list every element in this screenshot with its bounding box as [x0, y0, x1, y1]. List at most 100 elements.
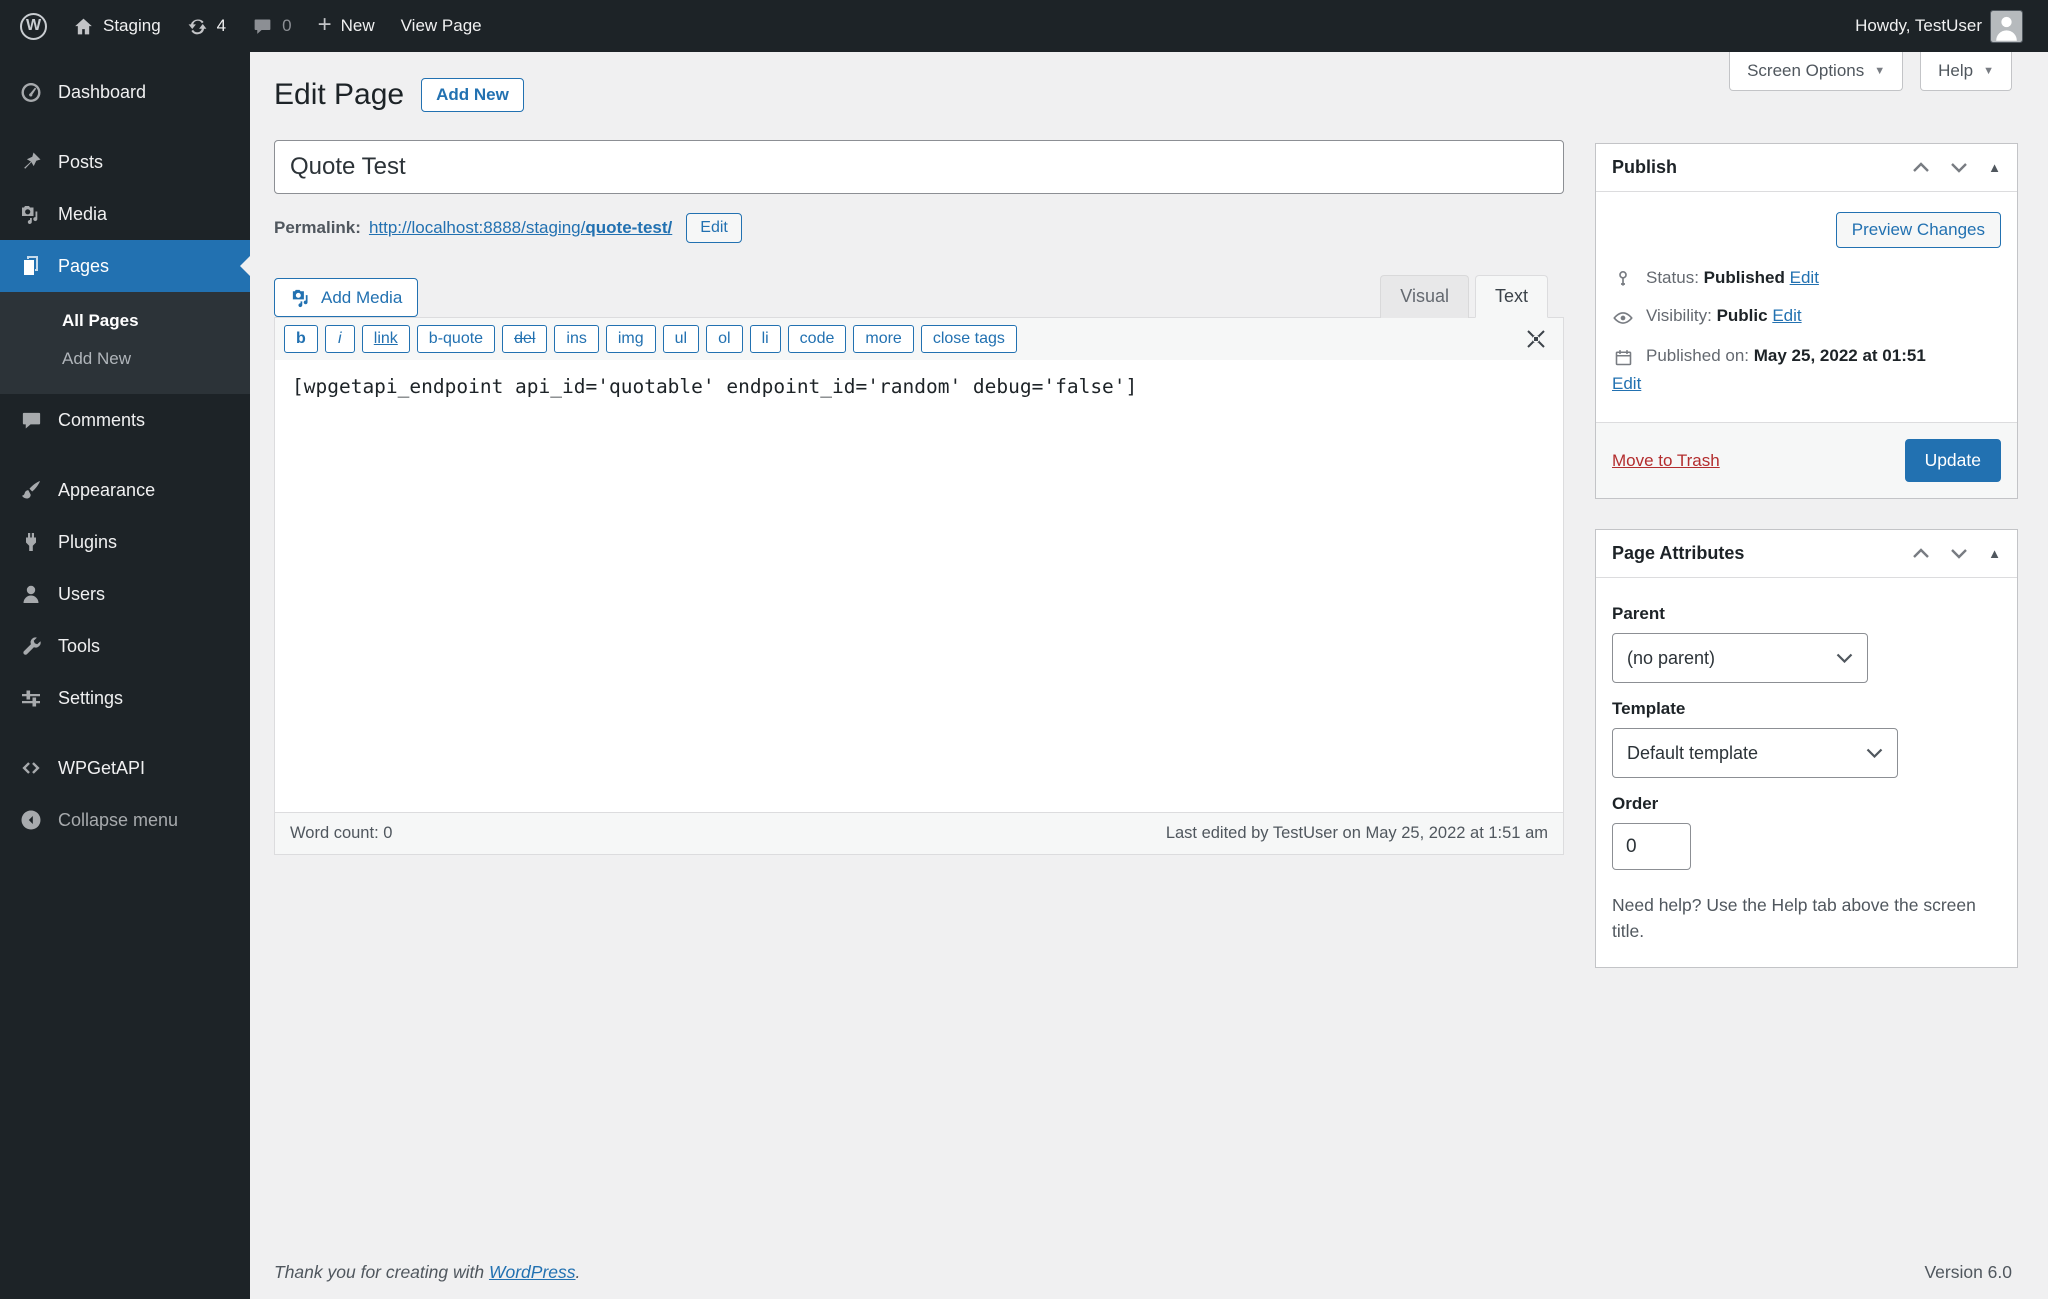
tab-visual[interactable]: Visual	[1380, 275, 1469, 318]
sidebar-item-plugins[interactable]: Plugins	[0, 516, 250, 568]
quicktag-ul-button[interactable]: ul	[663, 325, 699, 353]
fullscreen-icon[interactable]	[1524, 327, 1548, 351]
screen-meta-links: Screen Options ▼ Help ▼	[1729, 52, 2012, 91]
move-up-icon[interactable]	[1912, 548, 1930, 559]
move-up-icon[interactable]	[1912, 162, 1930, 173]
sidebar-item-posts[interactable]: Posts	[0, 136, 250, 188]
sidebar-item-label: Pages	[58, 256, 109, 277]
sidebar: Dashboard Posts Media Pages All Pages Ad…	[0, 52, 250, 1299]
wpgetapi-icon	[18, 755, 44, 781]
sidebar-item-all-pages[interactable]: All Pages	[0, 302, 250, 340]
new-menu[interactable]: + New	[314, 15, 379, 37]
update-button[interactable]: Update	[1905, 439, 2001, 482]
permalink-edit-button[interactable]: Edit	[686, 213, 742, 243]
updates-menu[interactable]: 4	[183, 16, 230, 37]
page-attributes-panel-header[interactable]: Page Attributes ▲	[1596, 530, 2017, 578]
quicktag-ol-button[interactable]: ol	[706, 325, 742, 353]
site-name-menu[interactable]: Staging	[69, 16, 165, 37]
word-count-value: 0	[383, 824, 392, 842]
sidebar-item-media[interactable]: Media	[0, 188, 250, 240]
quicktag-link-button[interactable]: link	[362, 325, 410, 353]
footer-version: Version 6.0	[1924, 1262, 2012, 1283]
calendar-icon	[1612, 347, 1634, 368]
howdy-account-menu[interactable]: Howdy, TestUser	[1851, 11, 2026, 42]
page-attributes-panel: Page Attributes ▲ Parent (no parent)	[1595, 529, 2018, 968]
comments-icon	[18, 407, 44, 433]
published-on-value: May 25, 2022 at 01:51	[1754, 346, 1926, 365]
updates-count: 4	[217, 16, 226, 36]
sidebar-item-tools[interactable]: Tools	[0, 620, 250, 672]
wordpress-link[interactable]: WordPress	[489, 1262, 576, 1282]
submenu-item-label: Add New	[62, 349, 131, 368]
sidebar-item-label: Posts	[58, 152, 103, 173]
move-down-icon[interactable]	[1950, 162, 1968, 173]
sidebar-item-label: Media	[58, 204, 107, 225]
sidebar-item-label: Comments	[58, 410, 145, 431]
site-name-label: Staging	[103, 16, 161, 36]
status-edit-link[interactable]: Edit	[1790, 268, 1819, 287]
visibility-edit-link[interactable]: Edit	[1772, 306, 1801, 325]
quicktag-italic-button[interactable]: i	[325, 325, 355, 353]
sidebar-item-settings[interactable]: Settings	[0, 672, 250, 724]
sidebar-item-comments[interactable]: Comments	[0, 394, 250, 446]
quicktag-more-button[interactable]: more	[853, 325, 913, 353]
published-on-edit-link[interactable]: Edit	[1612, 374, 1641, 393]
chevron-down-icon: ▼	[1983, 65, 1994, 77]
template-select[interactable]: Default template	[1612, 728, 1898, 778]
quicktag-blockquote-button[interactable]: b-quote	[417, 325, 495, 353]
home-icon	[73, 16, 94, 37]
collapse-toggle-icon[interactable]: ▲	[1988, 546, 2001, 561]
quicktag-bold-button[interactable]: b	[284, 325, 318, 353]
quicktag-close-tags-button[interactable]: close tags	[921, 325, 1017, 353]
sidebar-item-add-new[interactable]: Add New	[0, 340, 250, 378]
add-media-button[interactable]: Add Media	[274, 278, 418, 317]
template-select-value: Default template	[1627, 743, 1758, 764]
status-icon	[1612, 269, 1634, 289]
template-label: Template	[1612, 699, 2001, 719]
submenu-item-label: All Pages	[62, 311, 139, 330]
plus-icon: +	[318, 13, 332, 37]
comments-icon	[252, 16, 273, 37]
collapse-menu-button[interactable]: Collapse menu	[0, 794, 250, 846]
parent-select[interactable]: (no parent)	[1612, 633, 1868, 683]
screen-options-button[interactable]: Screen Options ▼	[1729, 52, 1903, 91]
sidebar-item-pages[interactable]: Pages	[0, 240, 250, 292]
quicktag-ins-button[interactable]: ins	[554, 325, 598, 353]
quicktag-img-button[interactable]: img	[606, 325, 656, 353]
quicktag-code-button[interactable]: code	[788, 325, 847, 353]
wordpress-logo-button[interactable]: W	[16, 13, 51, 40]
help-button[interactable]: Help ▼	[1920, 52, 2012, 91]
order-label: Order	[1612, 794, 2001, 814]
quicktag-li-button[interactable]: li	[750, 325, 781, 353]
dashboard-icon	[18, 79, 44, 105]
sidebar-item-dashboard[interactable]: Dashboard	[0, 66, 250, 118]
publish-panel: Publish ▲ Preview Changes	[1595, 143, 2018, 499]
move-to-trash-link[interactable]: Move to Trash	[1612, 451, 1720, 471]
permalink-link[interactable]: http://localhost:8888/staging/quote-test…	[369, 218, 672, 238]
order-input[interactable]	[1612, 823, 1691, 870]
sidebar-item-users[interactable]: Users	[0, 568, 250, 620]
editor-status-bar: Word count: 0 Last edited by TestUser on…	[275, 812, 1563, 854]
sidebar-item-wpgetapi[interactable]: WPGetAPI	[0, 742, 250, 794]
quicktag-del-button[interactable]: del	[502, 325, 547, 353]
sidebar-item-label: Appearance	[58, 480, 155, 501]
editor-textarea[interactable]: [wpgetapi_endpoint api_id='quotable' end…	[275, 360, 1563, 812]
preview-changes-button[interactable]: Preview Changes	[1836, 212, 2001, 248]
sidebar-item-label: Tools	[58, 636, 100, 657]
status-value: Published	[1704, 268, 1785, 287]
tab-text[interactable]: Text	[1475, 275, 1548, 318]
collapse-toggle-icon[interactable]: ▲	[1988, 160, 2001, 175]
admin-bar: W Staging 4 0 + New View Page Howdy, Tes…	[0, 0, 2048, 52]
media-icon	[290, 286, 313, 309]
comments-menu[interactable]: 0	[248, 16, 295, 37]
sidebar-item-appearance[interactable]: Appearance	[0, 464, 250, 516]
add-new-button[interactable]: Add New	[421, 78, 524, 112]
parent-select-value: (no parent)	[1627, 648, 1715, 669]
publish-panel-header[interactable]: Publish ▲	[1596, 144, 2017, 192]
post-title-input[interactable]	[274, 140, 1564, 194]
right-sidebar: Publish ▲ Preview Changes	[1595, 143, 2018, 998]
text-editor: b i link b-quote del ins img ul ol li co…	[274, 317, 1564, 855]
view-page-menu[interactable]: View Page	[397, 16, 486, 36]
move-down-icon[interactable]	[1950, 548, 1968, 559]
published-on-row: Published on: May 25, 2022 at 01:51	[1612, 346, 2001, 368]
